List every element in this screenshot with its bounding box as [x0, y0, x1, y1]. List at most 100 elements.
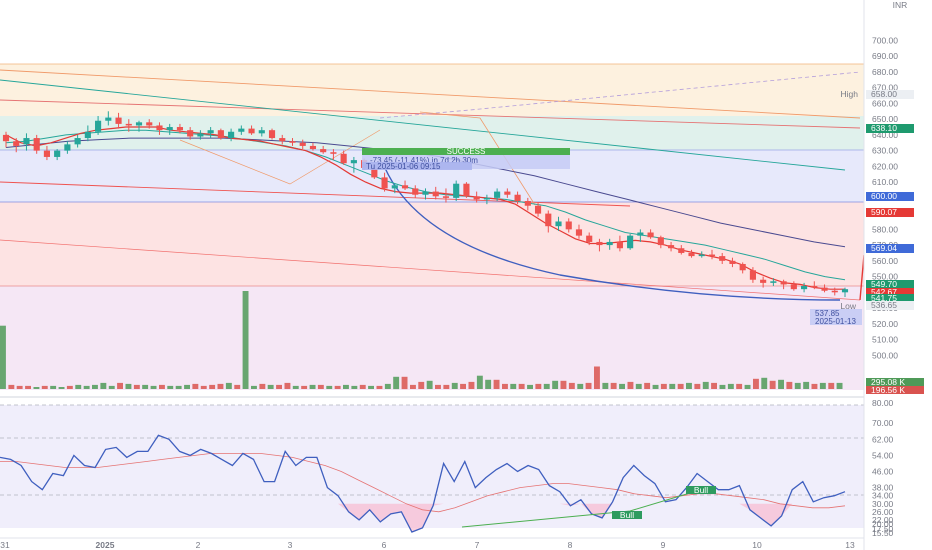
price-tick: 630.00: [872, 146, 898, 156]
volume-bar: [368, 385, 374, 389]
volume-bar: [167, 385, 174, 389]
bull-badge-1[interactable]: Bull: [612, 510, 642, 520]
volume-bar: [502, 383, 508, 389]
volume-bar: [644, 382, 651, 389]
price-axis[interactable]: INR 700.00690.00680.00670.00660.00650.00…: [863, 0, 932, 550]
time-tick: 3: [288, 540, 293, 550]
time-axis[interactable]: 31 2025 2 3 6 7 8 9 10 13: [0, 537, 864, 550]
volume-bar: [803, 381, 810, 389]
volume-bar: [326, 385, 333, 389]
volume-bar: [443, 384, 450, 389]
volume-bar: [828, 382, 835, 389]
svg-text:638.10: 638.10: [871, 123, 897, 133]
volume-bar: [435, 384, 441, 389]
volume-bar: [276, 384, 282, 389]
volume-bar: [702, 381, 709, 389]
volume-bar: [301, 385, 308, 389]
volume-bar: [753, 378, 759, 389]
price-tick: 680.00: [872, 67, 898, 77]
volume-bar: [259, 383, 266, 389]
svg-text:Bull: Bull: [694, 485, 708, 495]
volume-bar: [159, 384, 165, 389]
volume-bar: [560, 380, 567, 389]
rsi-tick: 15.50: [872, 528, 894, 538]
bull-badge-2[interactable]: Bull: [686, 485, 716, 495]
volume-bar: [209, 384, 216, 389]
price-tick: 500.00: [872, 350, 898, 360]
stock-chart[interactable]: SUCCESS -73.45 (-11.41%) in 7d 2h 30m Tu…: [0, 0, 932, 550]
volume-bar: [125, 383, 132, 389]
volume-bar: [393, 376, 400, 390]
volume-bar: [200, 385, 207, 389]
volume-bar: [0, 325, 6, 389]
svg-text:Bull: Bull: [620, 510, 634, 520]
success-label: SUCCESS: [447, 147, 486, 156]
time-tick: 9: [661, 540, 666, 550]
volume-bar: [652, 384, 659, 389]
time-tick: 10: [752, 540, 762, 550]
tag-600: 600.00: [866, 191, 914, 201]
volume-bar: [660, 383, 667, 389]
volume-bar: [58, 387, 65, 389]
volume-bar: [619, 383, 625, 389]
candle: [463, 182, 470, 198]
volume-bar: [16, 385, 23, 389]
price-tick: 520.00: [872, 319, 898, 329]
tag-638: 638.10: [866, 123, 914, 133]
volume-bar: [719, 384, 726, 389]
tag-volume: 295.08 K 196.56 K: [866, 377, 924, 395]
volume-bar: [510, 383, 517, 389]
volume-bar: [142, 384, 149, 389]
volume-bar: [460, 383, 466, 389]
volume-bar: [669, 383, 676, 389]
volume-bar: [401, 376, 408, 390]
rsi-tick: 46.00: [872, 467, 894, 477]
price-tick: 690.00: [872, 51, 898, 61]
svg-text:600.00: 600.00: [871, 191, 897, 201]
rsi-pane: Bull Bull: [0, 404, 864, 533]
price-tick: 610.00: [872, 177, 898, 187]
volume-bar: [627, 381, 634, 389]
volume-bar: [476, 375, 483, 389]
rsi-tick: 62.00: [872, 434, 894, 444]
volume-bar: [92, 384, 98, 389]
volume-bar: [485, 379, 492, 389]
volume-bar: [75, 384, 82, 389]
volume-bar: [426, 380, 433, 389]
volume-bar: [242, 291, 249, 389]
volume-bar: [761, 377, 768, 389]
volume-bar: [8, 384, 15, 389]
volume-bar: [468, 381, 475, 389]
volume-bar: [267, 384, 274, 389]
volume-bar: [384, 383, 391, 389]
volume-bar: [359, 384, 366, 389]
volume-bar: [351, 385, 358, 389]
volume-bar: [527, 384, 533, 389]
rsi-tick: 80.00: [872, 398, 894, 408]
tag-569: 569.04: [866, 243, 914, 253]
volume-bar: [25, 385, 31, 389]
volume-bar: [727, 383, 734, 389]
price-tick: 580.00: [872, 224, 898, 234]
volume-bar: [108, 385, 115, 389]
success-annotation[interactable]: SUCCESS -73.45 (-11.41%) in 7d 2h 30m Tu…: [362, 147, 570, 171]
volume-bar: [192, 383, 199, 389]
candle: [217, 128, 224, 140]
tag-low: 536.65: [866, 300, 914, 310]
volume-bar: [133, 384, 140, 389]
price-tick: 700.00: [872, 36, 898, 46]
price-tick: 510.00: [872, 335, 898, 345]
high-tag: High 658.00: [841, 89, 914, 99]
low-info-date: 2025-01-13: [815, 317, 856, 326]
volume-bar: [568, 382, 575, 389]
volume-bar: [694, 383, 701, 389]
volume-bar: [418, 381, 425, 389]
rsi-tick: 70.00: [872, 418, 894, 428]
volume-bar: [217, 383, 224, 389]
volume-bar: [309, 384, 316, 389]
volume-bar: [677, 383, 684, 389]
volume-bar: [66, 385, 73, 389]
volume-bar: [686, 382, 692, 389]
move-date: Tu 2025-01-06 09:15: [366, 162, 441, 171]
currency-label: INR: [893, 0, 908, 10]
